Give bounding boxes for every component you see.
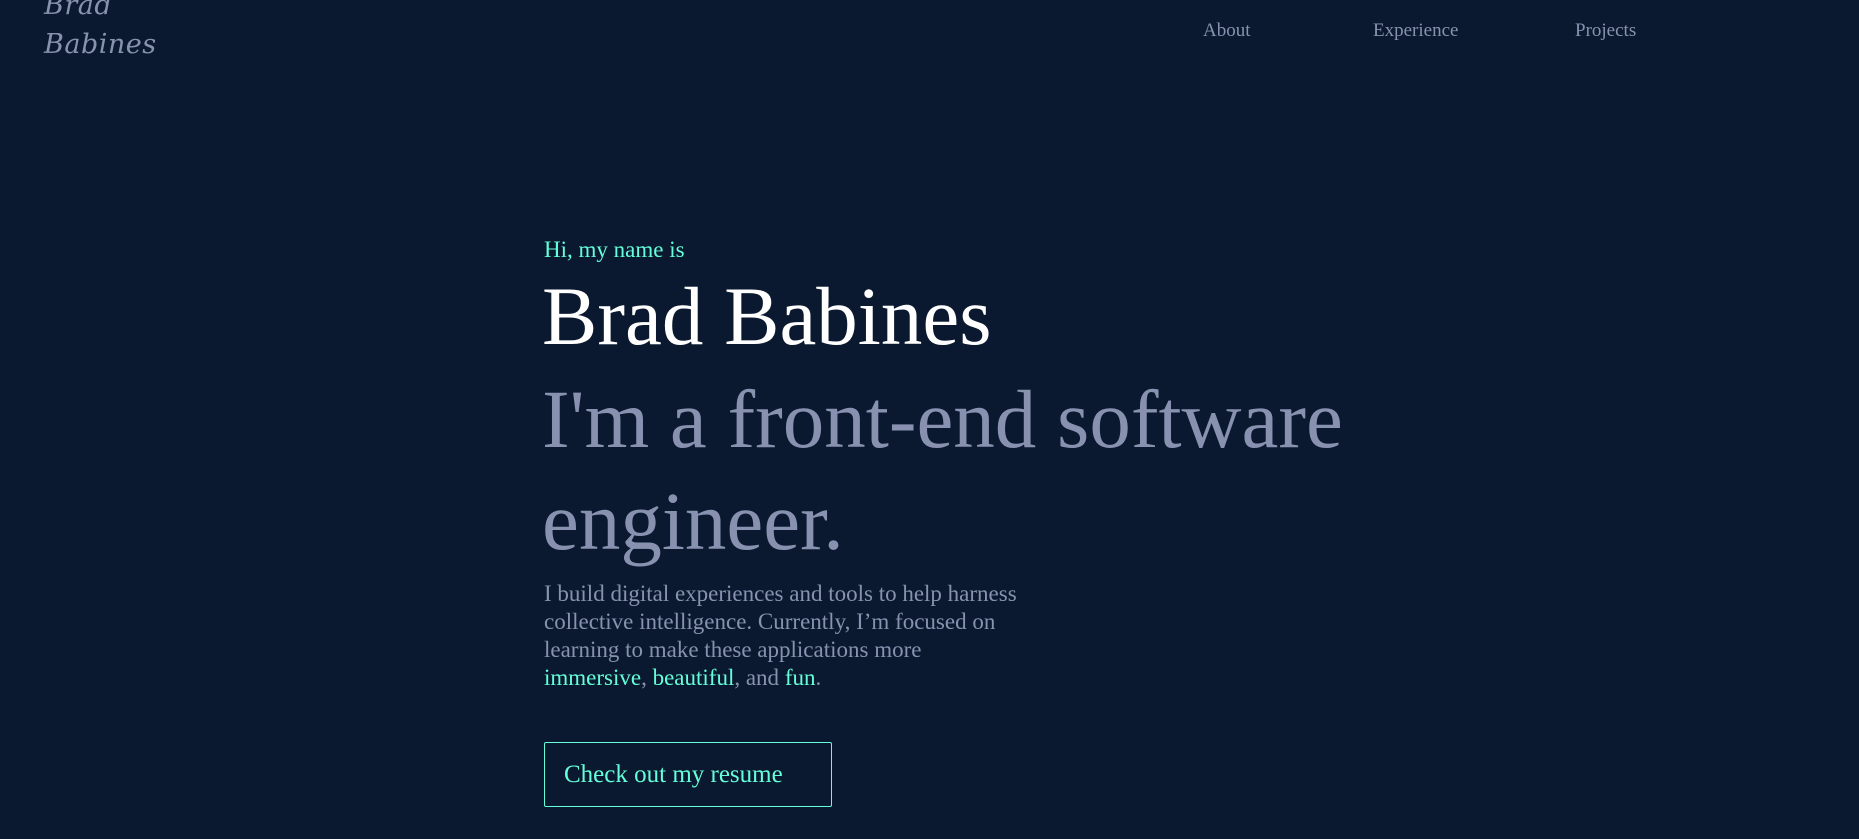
top-nav: About Experience Projects	[0, 18, 1859, 44]
hero-intro: I build digital experiences and tools to…	[544, 580, 1024, 692]
hero-greeting: Hi, my name is	[544, 237, 685, 262]
nav-link-about[interactable]: About	[1203, 18, 1251, 44]
intro-highlight-fun: fun	[784, 665, 816, 690]
resume-button[interactable]: Check out my resume	[544, 742, 832, 807]
intro-text: I build digital experiences and tools to…	[544, 581, 1017, 662]
nav-link-projects[interactable]: Projects	[1575, 18, 1636, 44]
intro-separator: ,	[641, 665, 647, 690]
intro-highlight-beautiful: beautiful	[652, 665, 735, 690]
hero-name: Brad Babines	[542, 270, 992, 362]
intro-end: .	[815, 665, 822, 690]
nav-link-experience[interactable]: Experience	[1373, 18, 1458, 44]
intro-highlight-immersive: immersive	[544, 665, 642, 690]
hero-tagline: I'm a front-end software engineer.	[542, 373, 1343, 567]
intro-separator: , and	[734, 665, 780, 690]
